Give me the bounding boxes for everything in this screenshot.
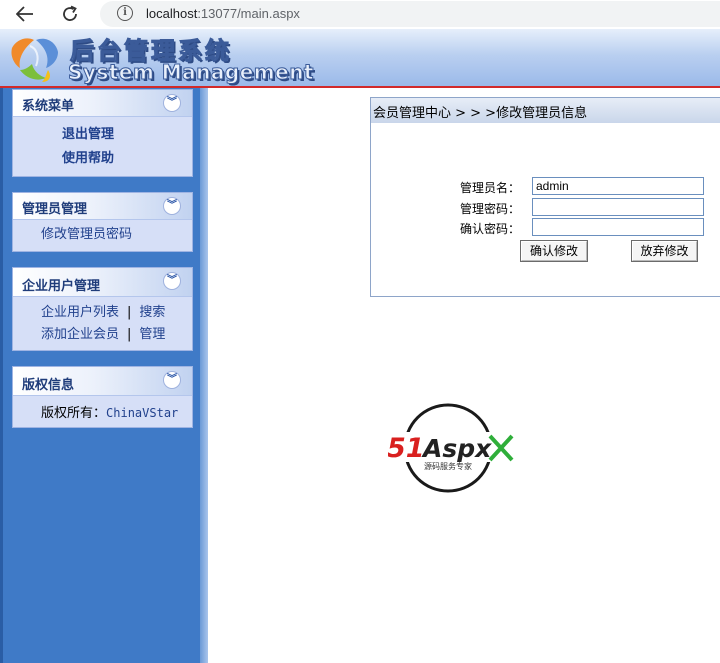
reload-icon[interactable] <box>59 3 81 25</box>
breadcrumb-bar: 会员管理中心 > > >修改管理员信息 <box>370 97 720 124</box>
help-link[interactable]: 使用帮助 <box>62 147 192 171</box>
collapse-chevron-icon[interactable]: ︾ <box>163 371 181 389</box>
confirm-password-input[interactable] <box>532 218 704 236</box>
site-info-icon[interactable]: i <box>117 5 133 21</box>
panel-title: 版权信息 <box>22 378 75 393</box>
panel-system-menu: 系统菜单 ︾ 退出管理 使用帮助 <box>12 89 193 177</box>
badge-tagline: 源码服务专家 <box>424 461 472 471</box>
copyright-owner: ChinaVStar <box>106 406 179 420</box>
manage-link[interactable]: 管理 <box>139 327 165 342</box>
copyright-row: 版权所有：ChinaVStar <box>41 402 192 424</box>
password-input[interactable] <box>532 198 704 216</box>
collapse-chevron-icon[interactable]: ︾ <box>163 197 181 215</box>
confirm-button[interactable]: 确认修改 <box>520 240 588 262</box>
username-input[interactable] <box>532 177 704 195</box>
sidebar-splitter[interactable] <box>200 88 208 663</box>
svg-text:Aspx: Aspx <box>421 434 492 463</box>
panel-header[interactable]: 企业用户管理 ︾ <box>13 268 192 297</box>
menu-row: 添加企业会员 | 管理 <box>41 324 192 346</box>
add-enterprise-member-link[interactable]: 添加企业会员 <box>41 327 119 342</box>
panel-copyright: 版权信息 ︾ 版权所有：ChinaVStar <box>12 366 193 428</box>
copyright-label: 版权所有： <box>41 406 107 421</box>
panel-admin-management: 管理员管理 ︾ 修改管理员密码 <box>12 192 193 252</box>
browser-toolbar: i localhost:13077/main.aspx <box>0 0 720 29</box>
panel-header[interactable]: 系统菜单 ︾ <box>13 90 192 117</box>
sidebar-left-edge <box>0 88 3 663</box>
panel-title: 企业用户管理 <box>22 279 101 294</box>
search-link[interactable]: 搜索 <box>139 305 165 320</box>
change-admin-password-link[interactable]: 修改管理员密码 <box>41 223 192 247</box>
back-arrow-icon[interactable] <box>14 3 36 25</box>
cancel-button[interactable]: 放弃修改 <box>631 240 698 262</box>
separator: | <box>127 327 132 342</box>
url-text[interactable]: localhost:13077/main.aspx <box>146 6 300 21</box>
app-header: 后台管理系统 System Management <box>0 29 720 88</box>
breadcrumb: 会员管理中心 > > >修改管理员信息 <box>373 106 588 121</box>
windows-logo-icon <box>11 38 58 82</box>
separator: | <box>127 305 132 320</box>
password-label: 管理密码： <box>459 202 520 216</box>
panel-title: 系统菜单 <box>22 99 75 114</box>
confirm-password-label: 确认密码： <box>459 222 520 236</box>
app-title-en: System Management <box>68 60 315 85</box>
menu-row: 企业用户列表 | 搜索 <box>41 302 192 324</box>
logout-link[interactable]: 退出管理 <box>62 123 192 147</box>
panel-header[interactable]: 管理员管理 ︾ <box>13 193 192 220</box>
panel-title: 管理员管理 <box>22 202 88 217</box>
51aspx-logo: 51 Aspx 源码服务专家 <box>388 403 514 493</box>
svg-text:51: 51 <box>388 433 425 464</box>
panel-enterprise-users: 企业用户管理 ︾ 企业用户列表 | 搜索 添加企业会员 | 管理 <box>12 267 193 351</box>
collapse-chevron-icon[interactable]: ︾ <box>163 94 181 112</box>
enterprise-user-list-link[interactable]: 企业用户列表 <box>41 305 119 320</box>
panel-header[interactable]: 版权信息 ︾ <box>13 367 192 396</box>
collapse-chevron-icon[interactable]: ︾ <box>163 272 181 290</box>
username-label: 管理员名： <box>459 181 520 195</box>
